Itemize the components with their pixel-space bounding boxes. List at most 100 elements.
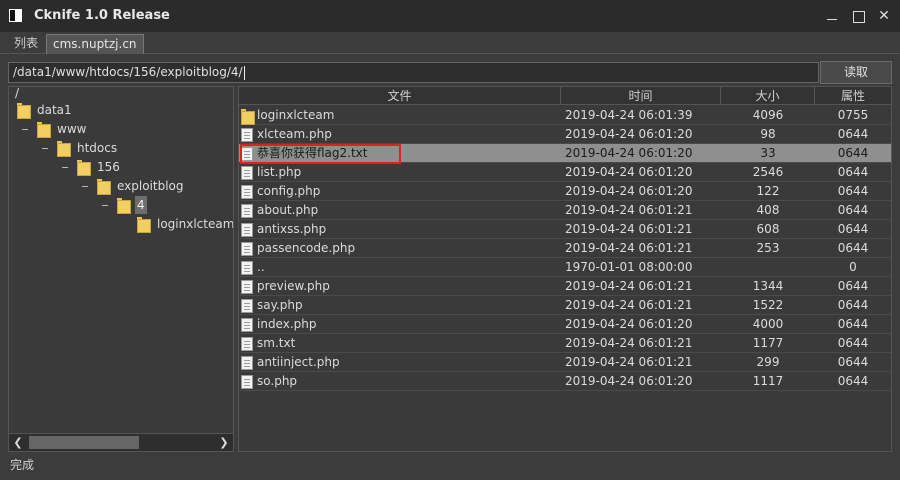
file-size: 33 — [760, 146, 776, 160]
table-row[interactable]: antixss.php 2019-04-24 06:01:21 608 0644 — [239, 220, 891, 239]
file-time: 2019-04-24 06:01:20 — [565, 146, 693, 160]
file-size: 122 — [756, 184, 780, 198]
file-icon — [241, 242, 253, 256]
tree-node-www[interactable]: www — [15, 120, 215, 138]
column-header-name[interactable]: 文件 — [239, 87, 561, 105]
file-time: 1970-01-01 08:00:00 — [565, 260, 693, 274]
file-icon — [241, 223, 253, 237]
file-attr: 0644 — [837, 374, 869, 388]
tab-list[interactable]: 列表 — [8, 34, 44, 54]
file-attr: 0755 — [837, 108, 869, 122]
file-time: 2019-04-24 06:01:20 — [565, 165, 693, 179]
file-name-cell: preview.php — [239, 277, 561, 296]
table-row[interactable]: loginxlcteam 2019-04-24 06:01:39 4096 0755 — [239, 106, 891, 125]
scroll-right-icon[interactable]: ❯ — [215, 434, 233, 451]
file-name-cell: sm.txt — [239, 334, 561, 353]
column-header-size[interactable]: 大小 — [721, 87, 815, 105]
file-name: about.php — [257, 203, 319, 217]
scroll-left-icon[interactable]: ❮ — [9, 434, 27, 451]
folder-icon — [57, 141, 71, 157]
file-name: config.php — [257, 184, 321, 198]
file-name: sm.txt — [257, 336, 296, 350]
file-size: 1117 — [752, 374, 784, 388]
file-size: 299 — [756, 355, 780, 369]
file-name-cell: xlcteam.php — [239, 125, 561, 144]
file-time: 2019-04-24 06:01:21 — [565, 355, 693, 369]
directory-tree: / data1 www htdocs 156 exploitblog 4 log… — [8, 86, 234, 452]
table-row[interactable]: say.php 2019-04-24 06:01:21 1522 0644 — [239, 296, 891, 315]
tree-connector — [22, 129, 28, 130]
file-time: 2019-04-24 06:01:21 — [565, 203, 693, 217]
file-time: 2019-04-24 06:01:21 — [565, 298, 693, 312]
file-name-cell: say.php — [239, 296, 561, 315]
file-name: so.php — [257, 374, 298, 388]
tree-node-exploitblog[interactable]: exploitblog — [15, 177, 227, 195]
file-size: 408 — [756, 203, 780, 217]
folder-icon — [117, 198, 131, 214]
file-name-cell: list.php — [239, 163, 561, 182]
tree-node-htdocs[interactable]: htdocs — [15, 139, 225, 157]
table-row[interactable]: preview.php 2019-04-24 06:01:21 1344 0644 — [239, 277, 891, 296]
table-row[interactable]: passencode.php 2019-04-24 06:01:21 253 0644 — [239, 239, 891, 258]
title-bar: Cknife 1.0 Release ✕ — [0, 0, 900, 32]
file-name: index.php — [257, 317, 317, 331]
file-time: 2019-04-24 06:01:21 — [565, 222, 693, 236]
tab-strip: 列表 cms.nuptzj.cn — [0, 32, 900, 54]
file-time: 2019-04-24 06:01:21 — [565, 241, 693, 255]
file-size — [721, 258, 815, 277]
file-attr: 0 — [849, 260, 857, 274]
file-time: 2019-04-24 06:01:20 — [565, 317, 693, 331]
file-attr: 0644 — [837, 184, 869, 198]
file-name: .. — [257, 260, 265, 274]
read-button[interactable]: 读取 — [820, 61, 892, 84]
table-row[interactable]: sm.txt 2019-04-24 06:01:21 1177 0644 — [239, 334, 891, 353]
path-input[interactable]: /data1/www/htdocs/156/exploitblog/4/ — [8, 62, 819, 83]
file-name-cell: so.php — [239, 372, 561, 391]
close-icon[interactable]: ✕ — [874, 6, 894, 26]
file-name-cell: about.php — [239, 201, 561, 220]
tab-site[interactable]: cms.nuptzj.cn — [46, 34, 144, 54]
table-row[interactable]: antiinject.php 2019-04-24 06:01:21 299 0644 — [239, 353, 891, 372]
file-icon — [241, 299, 253, 313]
file-attr: 0644 — [837, 336, 869, 350]
tree-node-data1[interactable]: data1 — [15, 101, 215, 119]
folder-icon — [97, 179, 111, 195]
file-name: xlcteam.php — [257, 127, 332, 141]
file-icon — [241, 318, 253, 332]
file-time: 2019-04-24 06:01:39 — [565, 108, 693, 122]
file-name: antixss.php — [257, 222, 327, 236]
file-name: list.php — [257, 165, 302, 179]
tree-node-4[interactable]: 4 — [15, 196, 227, 214]
tree-horizontal-scrollbar[interactable]: ❮ ❯ — [9, 433, 233, 451]
column-header-attr[interactable]: 属性 — [815, 87, 891, 105]
tree-root[interactable]: / — [15, 87, 19, 102]
file-time: 2019-04-24 06:01:21 — [565, 279, 693, 293]
file-size: 2546 — [752, 165, 784, 179]
tree-node-156[interactable]: 156 — [15, 158, 225, 176]
folder-icon — [17, 103, 31, 119]
file-icon — [241, 204, 253, 218]
table-row[interactable]: about.php 2019-04-24 06:01:21 408 0644 — [239, 201, 891, 220]
file-size: 1522 — [752, 298, 784, 312]
maximize-icon[interactable] — [848, 6, 868, 26]
table-row[interactable]: xlcteam.php 2019-04-24 06:01:20 98 0644 — [239, 125, 891, 144]
file-size: 98 — [760, 127, 776, 141]
table-row[interactable]: so.php 2019-04-24 06:01:20 1117 0644 — [239, 372, 891, 391]
table-row[interactable]: config.php 2019-04-24 06:01:20 122 0644 — [239, 182, 891, 201]
file-attr: 0644 — [837, 241, 869, 255]
file-icon — [241, 185, 253, 199]
table-row[interactable]: 恭喜你获得flag2.txt 2019-04-24 06:01:20 33 0644 — [239, 144, 891, 164]
table-row[interactable]: index.php 2019-04-24 06:01:20 4000 0644 — [239, 315, 891, 334]
file-attr: 0644 — [837, 222, 869, 236]
status-text: 完成 — [10, 458, 35, 472]
folder-icon — [77, 160, 91, 176]
file-list-panel: 文件 时间 大小 属性 loginxlcteam 2019-04-24 06:01… — [238, 86, 892, 452]
scroll-thumb[interactable] — [29, 436, 139, 449]
table-row[interactable]: .. 1970-01-01 08:00:00 0 — [239, 258, 891, 277]
table-row[interactable]: list.php 2019-04-24 06:01:20 2546 0644 — [239, 163, 891, 182]
tree-node-loginxlcteam[interactable]: loginxlcteam — [15, 215, 233, 233]
column-header-time[interactable]: 时间 — [561, 87, 721, 105]
minimize-icon[interactable] — [822, 6, 842, 26]
tree-connector — [62, 167, 68, 168]
file-attr: 0644 — [837, 165, 869, 179]
